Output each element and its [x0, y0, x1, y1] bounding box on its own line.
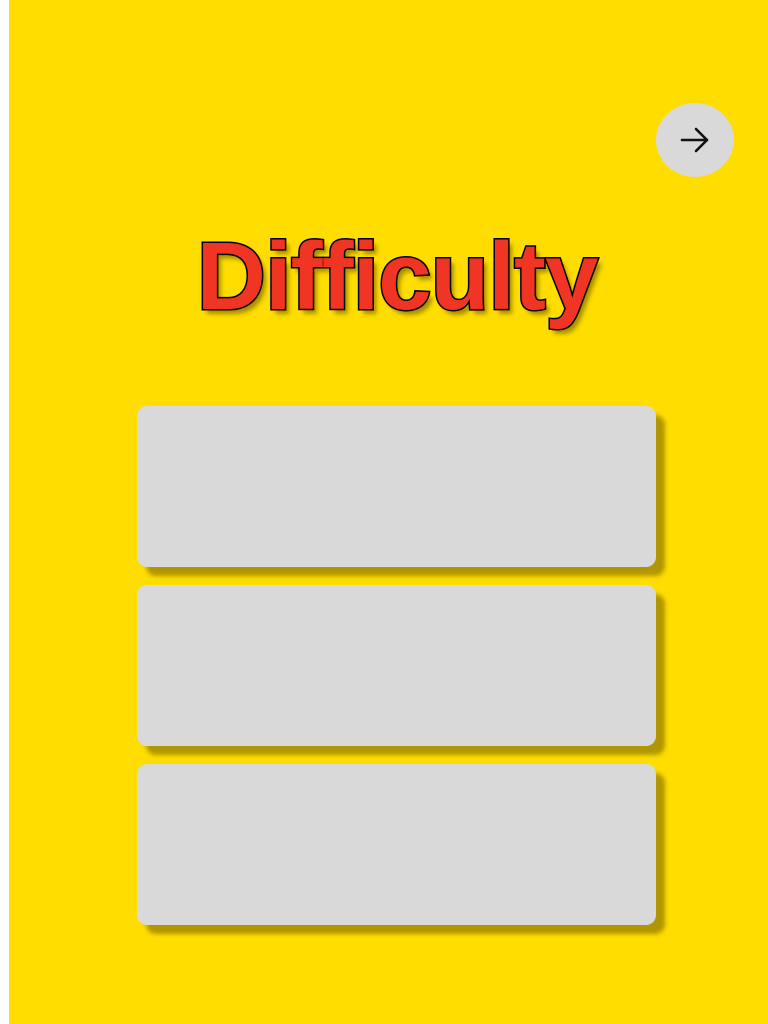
difficulty-option-2[interactable]	[137, 585, 656, 746]
difficulty-option-1[interactable]	[137, 406, 656, 567]
next-button[interactable]	[656, 103, 734, 177]
difficulty-option-3[interactable]	[137, 764, 656, 925]
arrow-right-icon	[680, 127, 709, 153]
page-title: Difficulty	[195, 222, 600, 332]
difficulty-screen: Difficulty	[9, 0, 768, 1024]
